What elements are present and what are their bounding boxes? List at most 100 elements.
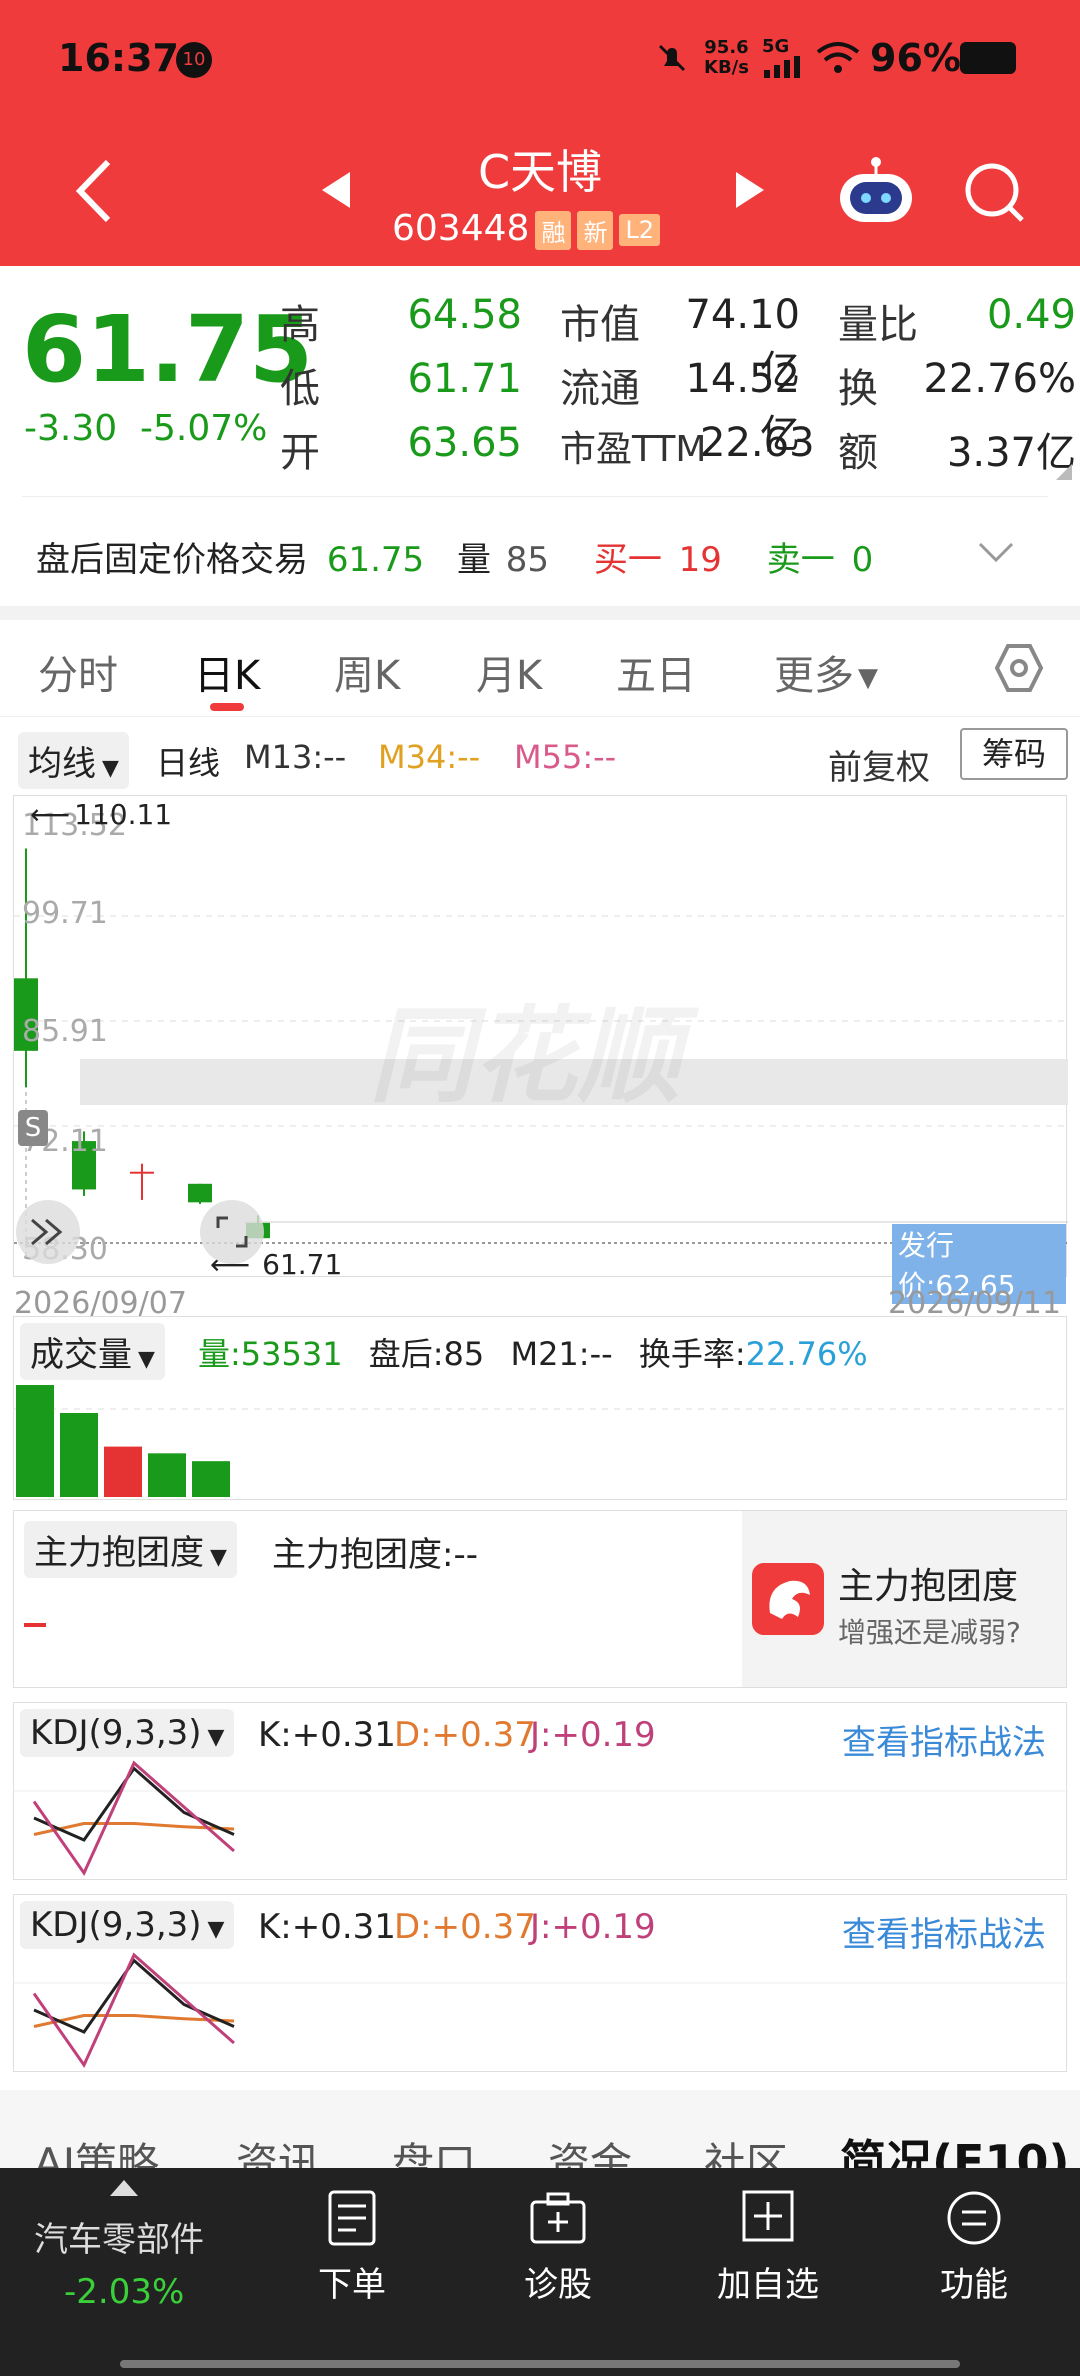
buy1-label: 买一	[593, 540, 662, 580]
back-button[interactable]	[70, 156, 120, 226]
open-value: 63.65	[407, 420, 522, 466]
volume-selector[interactable]: 成交量 ▼	[20, 1323, 165, 1380]
mktcap-label: 市值	[560, 302, 640, 348]
pe-label: 市盈TTM	[560, 429, 707, 470]
caret-down-icon: ▼	[207, 1725, 225, 1750]
signal-icon	[764, 56, 804, 78]
prev-stock-button[interactable]	[322, 172, 352, 208]
turnover-label: 换	[838, 366, 878, 412]
menu-circle-icon	[947, 2191, 1001, 2245]
medical-kit-icon	[530, 2192, 586, 2244]
document-icon	[328, 2190, 376, 2246]
volume-bar	[60, 1413, 98, 1497]
caret-down-icon: ▼	[138, 1347, 155, 1372]
caret-down-icon: ▼	[102, 756, 119, 781]
volume-bar	[16, 1385, 54, 1497]
after-hours-vol-label: 量	[456, 540, 491, 580]
net-type: 5G	[762, 36, 790, 57]
kdj-panel-1: KDJ(9,3,3) ▼ K:+0.31 D:+0.37 J:+0.19 查看指标…	[13, 1702, 1068, 1880]
tab-weekly-k[interactable]: 周K	[334, 643, 400, 701]
search-icon[interactable]	[962, 160, 1026, 224]
volume-bar	[192, 1461, 230, 1497]
expand-chart-button[interactable]	[16, 1200, 80, 1264]
volratio-value: 0.49	[986, 292, 1076, 338]
s-badge[interactable]: S	[18, 1110, 48, 1146]
diagnose-button[interactable]: 诊股	[488, 2188, 628, 2306]
amount-label: 额	[838, 430, 878, 476]
volume-stats: 量:53531 盘后:85 M21:-- 换手率:22.76%	[198, 1329, 868, 1375]
chips-button[interactable]: 筹码	[960, 728, 1068, 780]
mainforce-selector[interactable]: 主力抱团度 ▼	[24, 1521, 237, 1578]
battery-icon	[960, 42, 1016, 74]
tag-margin: 融	[535, 210, 572, 250]
open-label: 开	[280, 430, 320, 476]
turnover-rate-label: 换手率:	[638, 1335, 746, 1373]
expand-corner-icon[interactable]	[1056, 464, 1072, 480]
tab-monthly-k[interactable]: 月K	[476, 643, 542, 701]
add-watchlist-button[interactable]: 加自选	[698, 2188, 838, 2306]
amount-value: 3.37亿	[946, 430, 1076, 476]
stock-code-row: 603448 融新 L2	[392, 208, 712, 250]
next-stock-button[interactable]	[734, 172, 764, 208]
chart-tabs: 分时 日K 周K 月K 五日 更多 ▼	[0, 625, 1080, 717]
kdj-panel-2: KDJ(9,3,3) ▼ K:+0.31 D:+0.37 J:+0.19 查看指标…	[13, 1894, 1068, 2072]
strategy-link-1[interactable]: 查看指标战法	[842, 1715, 1046, 1764]
tab-more[interactable]: 更多 ▼	[774, 643, 878, 701]
section-tabs: AI策略 资讯 盘口 资金 社区 简况(F10)	[0, 2090, 1080, 2189]
mainforce-promo[interactable]: 主力抱团度 增强还是减弱?	[742, 1511, 1066, 1687]
kdj-selector-2[interactable]: KDJ(9,3,3) ▼	[20, 1901, 235, 1949]
stock-name: C天博	[477, 145, 603, 199]
kdj-selector-1[interactable]: KDJ(9,3,3) ▼	[20, 1709, 235, 1757]
pe-value: 22.63	[700, 420, 815, 466]
y-tick-1: 99.71	[22, 896, 108, 931]
adjust-label[interactable]: 前复权	[828, 740, 930, 789]
title-bar: C天博 603448 融新 L2	[0, 116, 1080, 266]
period-label: 日线	[156, 744, 221, 782]
kdj-d-1: D:+0.37	[394, 1715, 536, 1755]
net-speed: 95.6 KB/s	[704, 37, 749, 78]
tab-five-day[interactable]: 五日	[616, 643, 696, 701]
fullscreen-icon[interactable]	[200, 1200, 264, 1264]
caret-down-icon: ▼	[210, 1545, 227, 1570]
mainforce-value: 主力抱团度:--	[272, 1535, 478, 1575]
tab-daily-k[interactable]: 日K	[194, 643, 260, 701]
after-hours-vol: 85	[505, 540, 550, 580]
caret-up-icon[interactable]	[110, 2180, 138, 2196]
chevron-down-icon[interactable]	[978, 540, 1014, 564]
volratio-label: 量比	[838, 302, 918, 348]
mute-icon	[656, 42, 688, 74]
turnover-value: 22.76%	[923, 356, 1076, 402]
candle-body	[130, 1171, 154, 1174]
kdj-k-2: K:+0.31	[258, 1907, 396, 1947]
turnover-rate-value: 22.76%	[745, 1335, 868, 1373]
kdj-j-line	[32, 1952, 235, 2069]
settings-icon[interactable]	[994, 643, 1044, 693]
high-value: 64.58	[407, 292, 522, 338]
after-hours-row[interactable]: 盘后固定价格交易 61.75 量 85 买一 19 卖一 0	[36, 532, 873, 581]
volume-value: 量:53531	[198, 1335, 343, 1373]
after-hours-price: 61.75	[326, 540, 425, 580]
tab-timeshare[interactable]: 分时	[38, 643, 118, 701]
tag-l2: L2	[619, 214, 661, 246]
function-button[interactable]: 功能	[904, 2188, 1044, 2306]
kdj-j-1: J:+0.19	[530, 1715, 656, 1755]
robot-assistant-icon[interactable]	[836, 156, 916, 226]
order-button[interactable]: 下单	[282, 2188, 422, 2306]
ma34-label: M34:--	[378, 738, 481, 776]
strategy-link-2[interactable]: 查看指标战法	[842, 1907, 1046, 1956]
kdj-j-2: J:+0.19	[530, 1907, 656, 1947]
bottom-bar: 汽车零部件 -2.03% 下单 诊股 加自选 功能	[0, 2168, 1080, 2376]
y-tick-2: 85.91	[22, 1014, 108, 1049]
m21-label: M21:--	[510, 1335, 613, 1373]
kdj-j-line	[32, 1760, 235, 1877]
price-change: -3.30	[24, 408, 118, 449]
kdj-d-2: D:+0.37	[394, 1907, 536, 1947]
ma55-label: M55:--	[514, 738, 617, 776]
buy1-value: 19	[678, 540, 722, 580]
sector-name[interactable]: 汽车零部件	[34, 2212, 204, 2261]
high-marker: ⟵ 110.11	[30, 798, 173, 831]
float-label: 流通	[560, 366, 640, 412]
sell1-label: 卖一	[766, 540, 835, 580]
active-tab-indicator	[210, 703, 244, 711]
ma-selector[interactable]: 均线 ▼	[18, 732, 129, 789]
